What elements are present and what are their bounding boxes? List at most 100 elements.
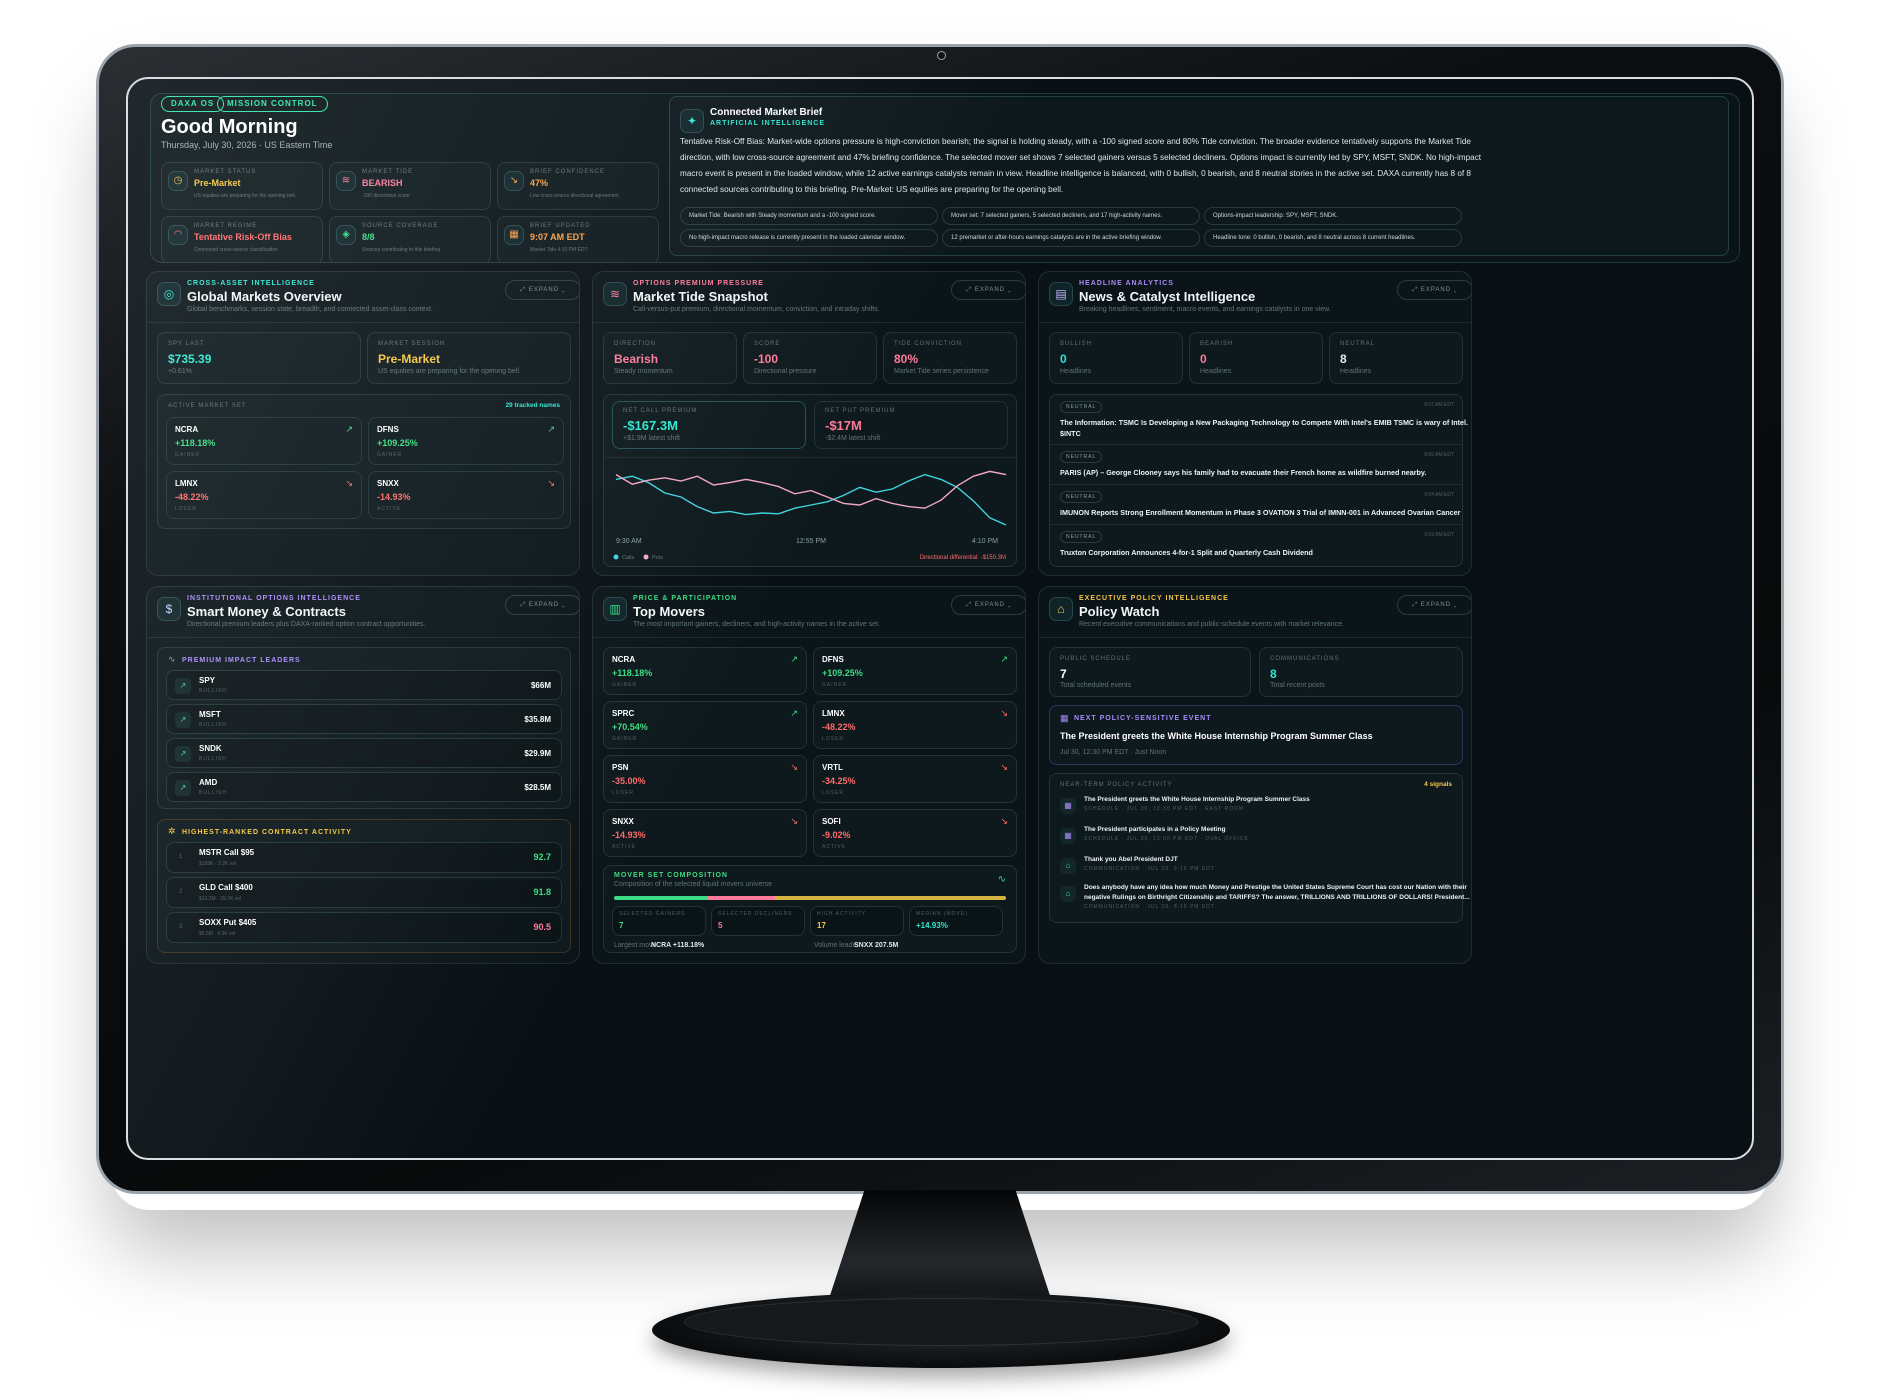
contract-name: SOXX Put $405 (199, 918, 257, 927)
chip-mission-control[interactable]: MISSION CONTROL (217, 96, 328, 112)
mover-card[interactable]: SOFI -9.02% ACTIVE ↘ (813, 809, 1017, 857)
tide-stat-sub: Market Tide series persistence (894, 368, 989, 375)
sentiment-tag: NEUTRAL (1060, 531, 1103, 543)
tide-stat-label: SCORE (754, 341, 781, 347)
smart-divider (147, 637, 579, 638)
brief-pill-6: Headline tone: 0 bullish, 0 bearish, and… (1204, 229, 1462, 247)
clock-icon: ◷ (168, 171, 188, 191)
tide-stat-label: DIRECTION (614, 341, 656, 347)
legend-dot (643, 554, 649, 560)
mover-card[interactable]: DFNS +109.25% GAINER ↗ (813, 647, 1017, 695)
activity-sub: COMMUNICATION · JUL 29, 9:15 PM EDT (1084, 866, 1215, 872)
chip-daxa-os[interactable]: DAXA OS (161, 96, 225, 112)
leader-row[interactable]: ↗ SPY BULLISH $66M (166, 670, 562, 700)
mover-card[interactable]: NCRA +118.18% GAINER ↗ (603, 647, 807, 695)
mover-card[interactable]: LMNX -48.22% LOSER ↘ (813, 701, 1017, 749)
comp-stat-box: MEDIAN (MOVE) +14.93% (909, 906, 1003, 936)
stat-card: ↘ BRIEF CONFIDENCE 47% Low cross-source dir… (497, 162, 659, 210)
contract-rank: 2 (179, 889, 183, 895)
news-headline: The Information: TSMC Is Developing a Ne… (1060, 418, 1469, 427)
public-schedule-box: PUBLIC SCHEDULE 7 Total scheduled events (1049, 647, 1251, 697)
leader-value: $66M (530, 681, 551, 690)
comp-stat-value: +14.93% (916, 921, 948, 930)
leader-symbol: SPY (199, 676, 216, 685)
next-event-box[interactable]: ▦ NEXT POLICY-SENSITIVE EVENT The Presid… (1049, 705, 1463, 765)
trend-down-icon: ↘ (790, 816, 798, 826)
globe-icon: ◎ (157, 282, 181, 306)
stat-sub: Low cross-source directional agreement (530, 193, 619, 199)
sentiment-value: 8 (1340, 352, 1347, 366)
leader-value: $35.8M (524, 715, 551, 724)
news-item[interactable]: NEUTRAL 9:06 AM EDT PARIS (AP) – George Cl… (1050, 447, 1462, 485)
global-expand-button[interactable]: ⤢ EXPAND ⌄ (505, 280, 579, 300)
news-item[interactable]: NEUTRAL 9:04 AM EDT IMUNON Reports Strong … (1050, 487, 1462, 525)
stat-card: ◷ MARKET STATUS Pre-Market US equities are … (161, 162, 323, 210)
leader-row[interactable]: ↗ MSFT BULLISH $35.8M (166, 704, 562, 734)
mover-change: -34.25% (822, 776, 856, 786)
smart-expand-button[interactable]: ⤢ EXPAND ⌄ (505, 595, 579, 615)
policy-activity-item[interactable]: ⌂ Thank you Abel President DJT COMMUNICATI… (1050, 854, 1462, 882)
tide-stat-sub: Directional pressure (754, 368, 817, 375)
mover-card[interactable]: SNXX -14.93% ACTIVE ↘ (603, 809, 807, 857)
comp-bar-decliners (708, 896, 775, 900)
contract-row[interactable]: 1 MSTR Call $95 $185K · 2.2K vol 92.7 (166, 842, 562, 873)
mover-tag: GAINER (612, 682, 638, 688)
news-sub: Breaking headlines, sentiment, macro eve… (1079, 306, 1331, 313)
activity-title: Does anybody have any idea how much Mone… (1084, 884, 1467, 891)
tide-stat-value: Bearish (614, 352, 659, 366)
policy-activity-item[interactable]: ⌂ Does anybody have any idea how much Mon… (1050, 882, 1470, 922)
mover-symbol: NCRA (612, 655, 636, 664)
stat-label: MARKET STATUS (194, 169, 257, 175)
news-item[interactable]: NEUTRAL 9:03 AM EDT Truxton Corporation An… (1050, 527, 1462, 565)
tide-kicker: OPTIONS PREMIUM PRESSURE (633, 280, 764, 287)
comp-stat-label: HIGH ACTIVITY (817, 911, 867, 917)
mover-card[interactable]: DFNS +109.25% GAINER ↗ (368, 417, 564, 465)
wave-icon: ≋ (336, 171, 356, 191)
news-item[interactable]: NEUTRAL 9:07 AM EDT The Information: TSMC … (1050, 397, 1468, 445)
leader-tag: BULLISH (199, 756, 227, 762)
expand-label: EXPAND (974, 602, 1006, 608)
market-brief: ✦ Connected Market Brief ARTIFICIAL INTE… (669, 96, 1729, 256)
legend-label: Puts (652, 555, 663, 561)
mover-card[interactable]: VRTL -34.25% LOSER ↘ (813, 755, 1017, 803)
mover-card[interactable]: SPRC +70.54% GAINER ↗ (603, 701, 807, 749)
leader-row[interactable]: ↗ SNDK BULLISH $29.9M (166, 738, 562, 768)
activity-sub: SCHEDULE · JUL 30, 12:30 PM EDT · EAST R… (1084, 806, 1245, 812)
sentiment-tag: NEUTRAL (1060, 451, 1103, 463)
smart-money-panel: $ INSTITUTIONAL OPTIONS INTELLIGENCE Sma… (146, 586, 580, 964)
mover-card[interactable]: SNXX -14.93% ACTIVE ↘ (368, 471, 564, 519)
market-set-count: 29 tracked names (505, 402, 560, 409)
mover-card[interactable]: NCRA +118.18% GAINER ↗ (166, 417, 362, 465)
contract-rank: 1 (179, 854, 183, 860)
policy-activity-item[interactable]: ▦ The President participates in a Policy … (1050, 824, 1462, 852)
policy-activity-item[interactable]: ▦ The President greets the White House In… (1050, 794, 1462, 822)
mover-symbol: SNXX (377, 479, 399, 488)
contract-row[interactable]: 2 GLD Call $400 $13.2M · 29.7K vol 91.8 (166, 877, 562, 908)
expand-icon: ⤢ (1412, 602, 1421, 608)
tide-stat-value: 80% (894, 352, 919, 366)
contract-row[interactable]: 3 SOXX Put $405 $8.5M · 4.3K vol 90.5 (166, 912, 562, 943)
expand-icon: ⤢ (1412, 287, 1421, 293)
sched-label: PUBLIC SCHEDULE (1060, 656, 1132, 662)
trend-down-icon: ↘ (547, 478, 555, 488)
brief-kicker: ARTIFICIAL INTELLIGENCE (710, 120, 826, 127)
tide-sub: Call-versus-put premium, directional mom… (633, 306, 880, 313)
mover-change: +70.54% (612, 722, 648, 732)
mover-card[interactable]: LMNX -48.22% LOSER ↘ (166, 471, 362, 519)
composition-bar (614, 896, 1006, 900)
calendar-icon: ▦ (504, 225, 524, 245)
top-expand-button[interactable]: ⤢ EXPAND ⌄ (951, 595, 1025, 615)
tide-expand-button[interactable]: ⤢ EXPAND ⌄ (951, 280, 1025, 300)
header-panel: DAXA OS MISSION CONTROL Good Morning Thu… (150, 93, 1740, 263)
sentiment-sub: Headlines (1060, 368, 1092, 375)
trend-up-icon: ↗ (790, 654, 798, 664)
top-sub: The most important gainers, decliners, a… (633, 621, 881, 628)
leader-row[interactable]: ↗ AMD BULLISH $28.5M (166, 772, 562, 802)
brief-line-2: direction, with low cross-source agreeme… (680, 153, 1482, 162)
comm-value: 8 (1270, 667, 1277, 681)
smart-kicker: INSTITUTIONAL OPTIONS INTELLIGENCE (187, 595, 361, 602)
net-call-box: NET CALL PREMIUM -$167.3M +$1.9M latest … (612, 401, 806, 449)
policy-expand-button[interactable]: ⤢ EXPAND ⌄ (1397, 595, 1471, 615)
news-expand-button[interactable]: ⤢ EXPAND ⌄ (1397, 280, 1471, 300)
mover-card[interactable]: PSN -35.00% LOSER ↘ (603, 755, 807, 803)
